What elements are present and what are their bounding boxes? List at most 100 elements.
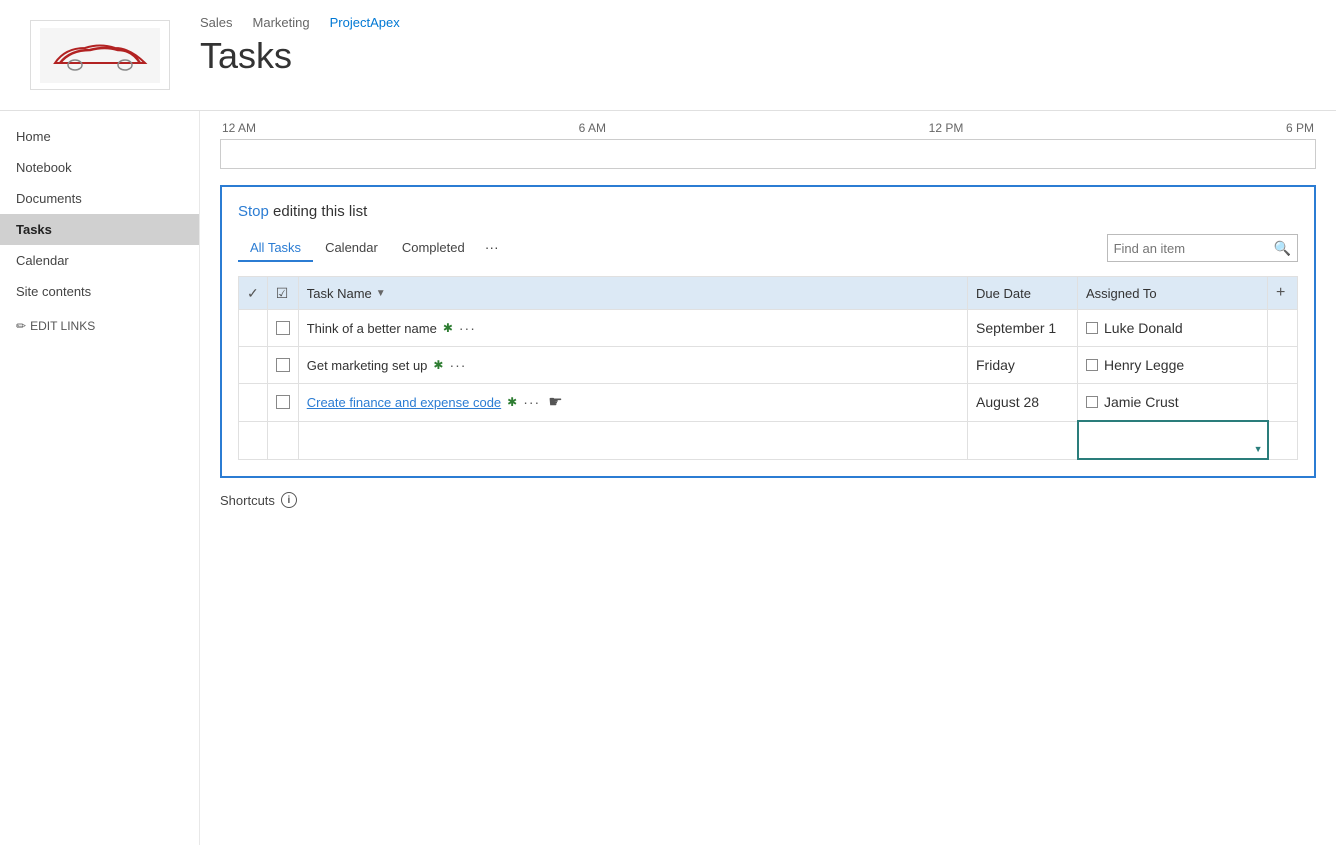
assigned-checkbox-1[interactable] <box>1086 322 1098 334</box>
due-date-2: Friday <box>968 350 1077 380</box>
sidebar-item-tasks[interactable]: Tasks <box>0 214 199 245</box>
assigned-name-2: Henry Legge <box>1104 357 1184 373</box>
add-column-icon[interactable]: + <box>1276 284 1285 302</box>
timeline-label-6pm: 6 PM <box>1286 121 1314 135</box>
th-due-date-label: Due Date <box>976 286 1031 301</box>
th-checkmark: ✓ <box>239 277 268 310</box>
sidebar-item-documents[interactable]: Documents <box>0 183 199 214</box>
assigned-name-1: Luke Donald <box>1104 320 1183 336</box>
ellipsis-1[interactable]: ··· <box>459 320 476 336</box>
th-task-name[interactable]: Task Name ▼ <box>298 277 967 310</box>
td-check-new <box>239 421 268 459</box>
star-icon-1[interactable]: ✱ <box>443 321 453 335</box>
td-checkbox-new <box>267 421 298 459</box>
view-tabs: All Tasks Calendar Completed ··· 🔍 <box>238 234 1298 262</box>
td-extra-1 <box>1268 310 1298 347</box>
td-check-1 <box>239 310 268 347</box>
td-assigned-2: Henry Legge <box>1078 347 1268 384</box>
th-task-name-label: Task Name <box>307 286 372 301</box>
timeline: 12 AM 6 AM 12 PM 6 PM <box>220 121 1316 169</box>
due-date-1: September 1 <box>968 313 1077 343</box>
tab-completed[interactable]: Completed <box>390 235 477 262</box>
tab-more[interactable]: ··· <box>477 234 507 262</box>
sidebar-item-notebook[interactable]: Notebook <box>0 152 199 183</box>
timeline-label-6am: 6 AM <box>579 121 606 135</box>
stop-editing-banner: Stop editing this list <box>238 203 1298 220</box>
td-duedate-3: August 28 <box>968 384 1078 422</box>
th-assigned-to: Assigned To <box>1078 277 1268 310</box>
shortcuts-label: Shortcuts <box>220 493 275 508</box>
select-all-icon[interactable]: ☑ <box>276 285 289 302</box>
td-checkbox-2[interactable] <box>267 347 298 384</box>
search-icon[interactable]: 🔍 <box>1274 240 1291 257</box>
ellipsis-2[interactable]: ··· <box>449 357 466 373</box>
nav-marketing[interactable]: Marketing <box>253 15 310 30</box>
td-assigned-new[interactable] <box>1078 421 1268 459</box>
timeline-bar <box>220 139 1316 169</box>
logo-image <box>30 20 170 90</box>
main-content: 12 AM 6 AM 12 PM 6 PM Stop editing this … <box>200 111 1336 845</box>
table-row: Think of a better name ✱ ··· September 1… <box>239 310 1298 347</box>
sort-icon[interactable]: ▼ <box>376 288 386 299</box>
table-new-row <box>239 421 1298 459</box>
timeline-label-12pm: 12 PM <box>929 121 964 135</box>
nav-projectapex[interactable]: ProjectApex <box>330 15 400 30</box>
sidebar-item-calendar[interactable]: Calendar <box>0 245 199 276</box>
cursor-indicator: ☛ <box>548 392 562 412</box>
page-title: Tasks <box>200 36 400 76</box>
td-check-3 <box>239 384 268 422</box>
edit-links-label: EDIT LINKS <box>30 319 95 333</box>
td-assigned-3: Jamie Crust <box>1078 384 1268 422</box>
tab-calendar[interactable]: Calendar <box>313 235 390 262</box>
td-check-2 <box>239 347 268 384</box>
stop-editing-link[interactable]: Stop <box>238 203 269 220</box>
edit-links-button[interactable]: ✏ EDIT LINKS <box>0 311 199 341</box>
td-checkbox-1[interactable] <box>267 310 298 347</box>
sidebar-item-site-contents[interactable]: Site contents <box>0 276 199 307</box>
th-due-date: Due Date <box>968 277 1078 310</box>
td-task-3: Create finance and expense code ✱ ··· ☛ <box>298 384 967 422</box>
th-select-all[interactable]: ☑ <box>267 277 298 310</box>
row-checkbox-1[interactable] <box>276 321 290 335</box>
sidebar: Home Notebook Documents Tasks Calendar S… <box>0 111 200 845</box>
nav-sales[interactable]: Sales <box>200 15 233 30</box>
page-header: Sales Marketing ProjectApex Tasks <box>0 0 1336 111</box>
table-row: Get marketing set up ✱ ··· Friday Henry … <box>239 347 1298 384</box>
td-duedate-2: Friday <box>968 347 1078 384</box>
sidebar-item-home[interactable]: Home <box>0 121 199 152</box>
ellipsis-3[interactable]: ··· <box>523 394 540 410</box>
td-task-1: Think of a better name ✱ ··· <box>298 310 967 347</box>
td-extra-2 <box>1268 347 1298 384</box>
due-date-3: August 28 <box>968 387 1077 417</box>
th-add-column[interactable]: + <box>1268 277 1298 310</box>
assigned-checkbox-3[interactable] <box>1086 396 1098 408</box>
td-duedate-1: September 1 <box>968 310 1078 347</box>
pencil-icon: ✏ <box>16 319 26 333</box>
td-task-new[interactable] <box>298 421 967 459</box>
tab-all-tasks[interactable]: All Tasks <box>238 235 313 262</box>
task-name-2: Get marketing set up <box>307 358 428 373</box>
timeline-label-12am: 12 AM <box>222 121 256 135</box>
checkmark-icon: ✓ <box>247 285 259 302</box>
td-task-2: Get marketing set up ✱ ··· <box>298 347 967 384</box>
star-icon-3[interactable]: ✱ <box>507 395 517 409</box>
td-assigned-1: Luke Donald <box>1078 310 1268 347</box>
info-icon[interactable]: i <box>281 492 297 508</box>
td-duedate-new <box>968 421 1078 459</box>
td-checkbox-3[interactable] <box>267 384 298 422</box>
task-table: ✓ ☑ Task Name ▼ <box>238 276 1298 460</box>
table-header-row: ✓ ☑ Task Name ▼ <box>239 277 1298 310</box>
star-icon-2[interactable]: ✱ <box>433 358 443 372</box>
assigned-name-3: Jamie Crust <box>1104 394 1179 410</box>
shortcuts-bar[interactable]: Shortcuts i <box>220 492 1316 508</box>
row-checkbox-2[interactable] <box>276 358 290 372</box>
assigned-checkbox-2[interactable] <box>1086 359 1098 371</box>
task-link-3[interactable]: Create finance and expense code <box>307 395 501 410</box>
stop-editing-text: editing this list <box>269 203 367 220</box>
main-layout: Home Notebook Documents Tasks Calendar S… <box>0 111 1336 845</box>
list-container: Stop editing this list All Tasks Calenda… <box>220 185 1316 478</box>
row-checkbox-3[interactable] <box>276 395 290 409</box>
search-box: 🔍 <box>1107 234 1298 262</box>
search-input[interactable] <box>1114 241 1274 256</box>
nav-links: Sales Marketing ProjectApex <box>200 15 400 30</box>
